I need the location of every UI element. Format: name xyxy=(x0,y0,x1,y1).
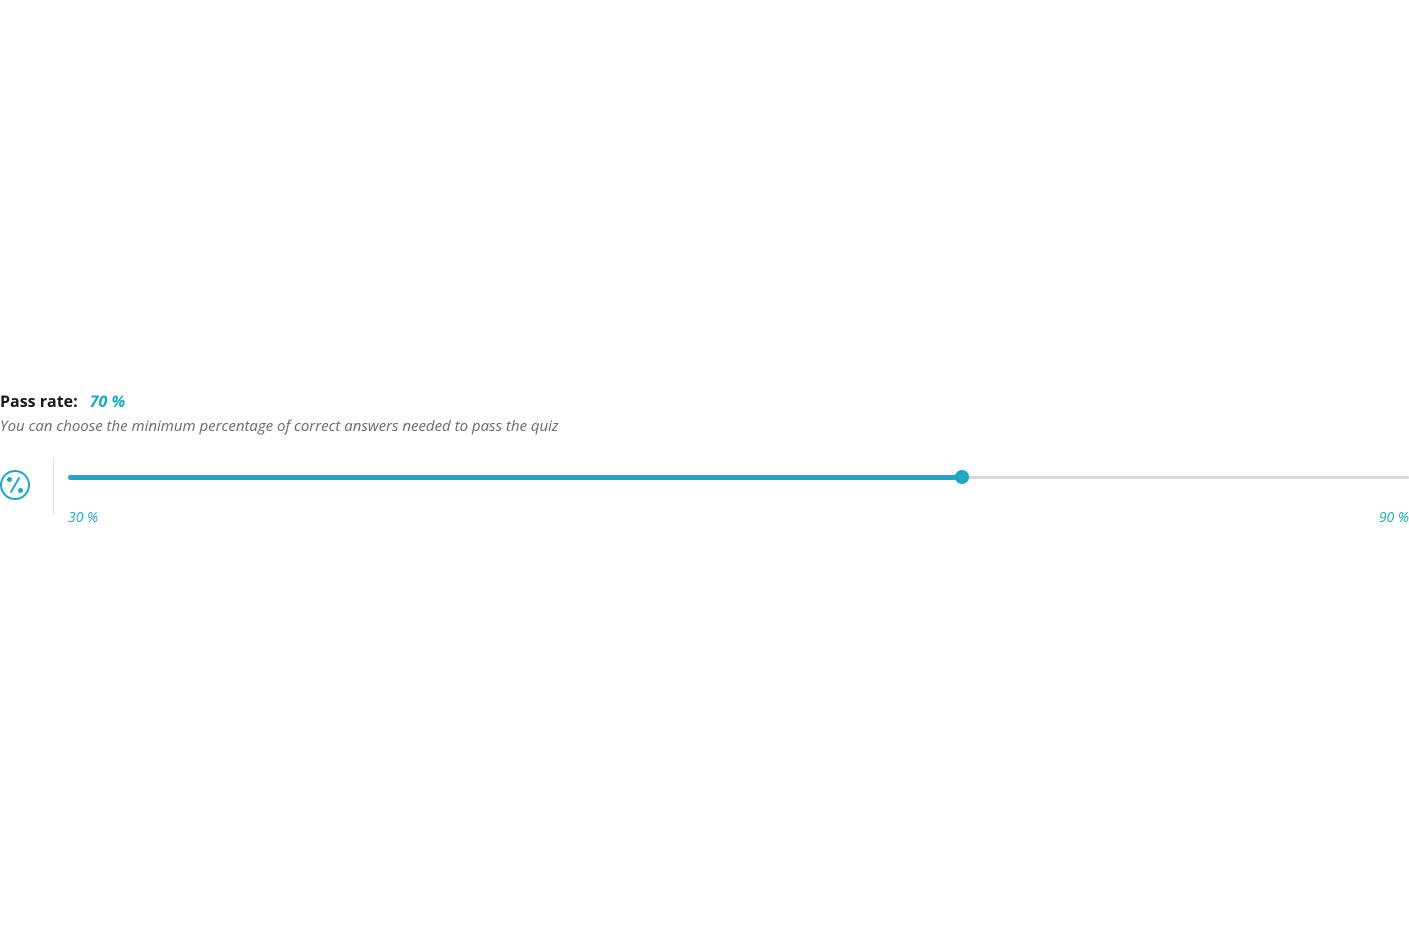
pass-rate-value: 70 % xyxy=(90,390,125,412)
pass-rate-label: Pass rate: xyxy=(0,390,78,412)
slider-min-label: 30 % xyxy=(68,508,98,527)
slider-labels: 30 % 90 % xyxy=(68,508,1409,527)
percent-icon xyxy=(0,470,30,500)
slider-track-fill xyxy=(68,475,962,480)
slider-column: 30 % 90 % xyxy=(54,470,1409,527)
icon-column xyxy=(0,470,53,500)
slider-section: 30 % 90 % xyxy=(0,470,1409,527)
pass-rate-description: You can choose the minimum percentage of… xyxy=(0,416,1409,436)
slider-max-label: 90 % xyxy=(1379,508,1409,527)
slider-thumb[interactable] xyxy=(955,470,969,484)
pass-rate-section: Pass rate: 70 % You can choose the minim… xyxy=(0,390,1409,527)
pass-rate-header: Pass rate: 70 % xyxy=(0,390,1409,412)
pass-rate-slider[interactable] xyxy=(68,470,1409,484)
